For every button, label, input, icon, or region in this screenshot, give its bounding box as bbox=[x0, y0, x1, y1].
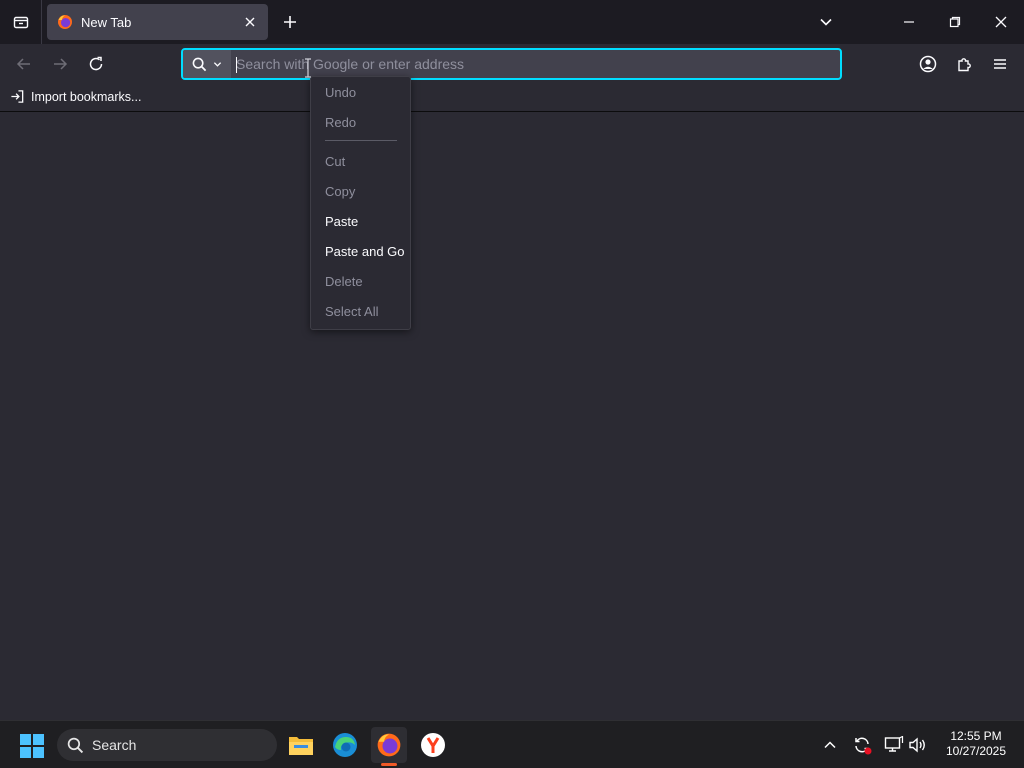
extensions-button[interactable] bbox=[950, 50, 978, 78]
menu-item-label: Select All bbox=[325, 303, 379, 319]
windows-start-icon[interactable] bbox=[19, 733, 45, 759]
restore-button[interactable] bbox=[932, 0, 978, 44]
menu-item-label: Paste and Go bbox=[325, 243, 405, 259]
firefox-icon bbox=[377, 733, 401, 757]
network-button[interactable] bbox=[882, 733, 906, 757]
firefox-button[interactable] bbox=[371, 727, 407, 763]
show-hidden-icons-button[interactable] bbox=[818, 733, 842, 757]
chevron-down-icon bbox=[213, 61, 222, 67]
plus-icon bbox=[284, 16, 296, 28]
chevron-down-icon bbox=[820, 18, 832, 26]
nav-bar bbox=[0, 44, 1024, 84]
menu-item-delete[interactable]: Delete bbox=[311, 266, 410, 296]
import-bookmarks-button[interactable]: Import bookmarks... bbox=[10, 89, 141, 104]
list-all-tabs-button[interactable] bbox=[812, 8, 840, 36]
yandex-icon bbox=[421, 733, 445, 757]
minimize-button[interactable] bbox=[886, 0, 932, 44]
menu-item-label: Cut bbox=[325, 153, 346, 169]
hamburger-icon bbox=[994, 59, 1006, 69]
sync-status-button[interactable] bbox=[850, 733, 874, 757]
back-button[interactable] bbox=[10, 50, 38, 78]
menu-item-cut[interactable]: Cut bbox=[311, 146, 410, 176]
url-input[interactable] bbox=[231, 50, 840, 78]
menu-separator bbox=[325, 140, 397, 141]
chevron-up-icon bbox=[824, 741, 836, 749]
new-tab-button[interactable] bbox=[276, 8, 304, 36]
arrow-left-icon bbox=[16, 58, 30, 70]
menu-item-label: Delete bbox=[325, 273, 363, 289]
url-bar[interactable] bbox=[181, 48, 842, 80]
minimize-icon bbox=[904, 21, 914, 23]
menu-item-label: Redo bbox=[325, 114, 357, 130]
menu-item-undo[interactable]: Undo bbox=[311, 77, 410, 107]
account-icon bbox=[919, 55, 937, 73]
sync-icon bbox=[855, 737, 872, 755]
edge-button[interactable] bbox=[327, 727, 363, 763]
close-icon bbox=[995, 16, 1007, 28]
puzzle-icon bbox=[957, 57, 971, 71]
tab-strip: New Tab bbox=[0, 0, 1024, 44]
text-cursor-icon bbox=[305, 58, 311, 78]
tab-close-button[interactable] bbox=[242, 14, 258, 30]
restore-icon bbox=[949, 16, 961, 28]
window-close-button[interactable] bbox=[978, 0, 1024, 44]
arrow-right-icon bbox=[54, 58, 68, 70]
search-icon bbox=[192, 57, 207, 71]
menu-item-paste-and-go[interactable]: Paste and Go bbox=[311, 236, 410, 266]
text-caret bbox=[236, 57, 237, 73]
close-icon bbox=[245, 17, 255, 27]
reload-icon bbox=[89, 56, 103, 71]
search-engine-button[interactable] bbox=[183, 50, 231, 78]
tab-title: New Tab bbox=[81, 14, 132, 30]
taskbar-search[interactable]: Search bbox=[57, 729, 277, 761]
folder-icon bbox=[289, 737, 313, 755]
menu-item-select-all[interactable]: Select All bbox=[311, 296, 410, 326]
edge-icon bbox=[333, 733, 357, 757]
tab-overview-button[interactable] bbox=[0, 0, 42, 44]
clock-date: 10/27/2025 bbox=[945, 744, 1007, 758]
import-bookmarks-label: Import bookmarks... bbox=[31, 89, 142, 104]
volume-button[interactable] bbox=[906, 733, 930, 757]
forward-button[interactable] bbox=[46, 50, 74, 78]
menu-item-label: Copy bbox=[325, 183, 356, 199]
taskbar-clock[interactable]: 12:55 PM 10/27/2025 bbox=[938, 729, 1014, 759]
tab-overview-icon bbox=[13, 16, 28, 29]
network-icon bbox=[884, 736, 904, 752]
tab-new-tab[interactable]: New Tab bbox=[47, 4, 268, 40]
import-icon bbox=[11, 90, 24, 103]
page-content[interactable] bbox=[0, 113, 1024, 720]
search-icon bbox=[67, 737, 84, 753]
taskbar: Search 12:55 PM 10/27/2025 bbox=[0, 720, 1024, 768]
file-explorer-button[interactable] bbox=[283, 727, 319, 763]
clock-time: 12:55 PM bbox=[950, 729, 1002, 743]
taskbar-search-label: Search bbox=[92, 737, 137, 753]
menu-item-paste[interactable]: Paste bbox=[311, 206, 410, 236]
firefox-icon bbox=[58, 15, 72, 29]
url-context-menu: Undo Redo Cut Copy Paste Paste and Go De… bbox=[310, 76, 411, 330]
account-button[interactable] bbox=[914, 50, 942, 78]
app-menu-button[interactable] bbox=[986, 50, 1014, 78]
yandex-browser-button[interactable] bbox=[415, 727, 451, 763]
menu-item-label: Paste bbox=[325, 213, 359, 229]
bookmarks-toolbar: Import bookmarks... bbox=[0, 84, 1024, 112]
menu-item-copy[interactable]: Copy bbox=[311, 176, 410, 206]
reload-button[interactable] bbox=[82, 50, 110, 78]
volume-icon bbox=[909, 737, 925, 753]
menu-item-redo[interactable]: Redo bbox=[311, 107, 410, 137]
menu-item-label: Undo bbox=[325, 84, 357, 100]
active-app-indicator bbox=[381, 763, 397, 766]
